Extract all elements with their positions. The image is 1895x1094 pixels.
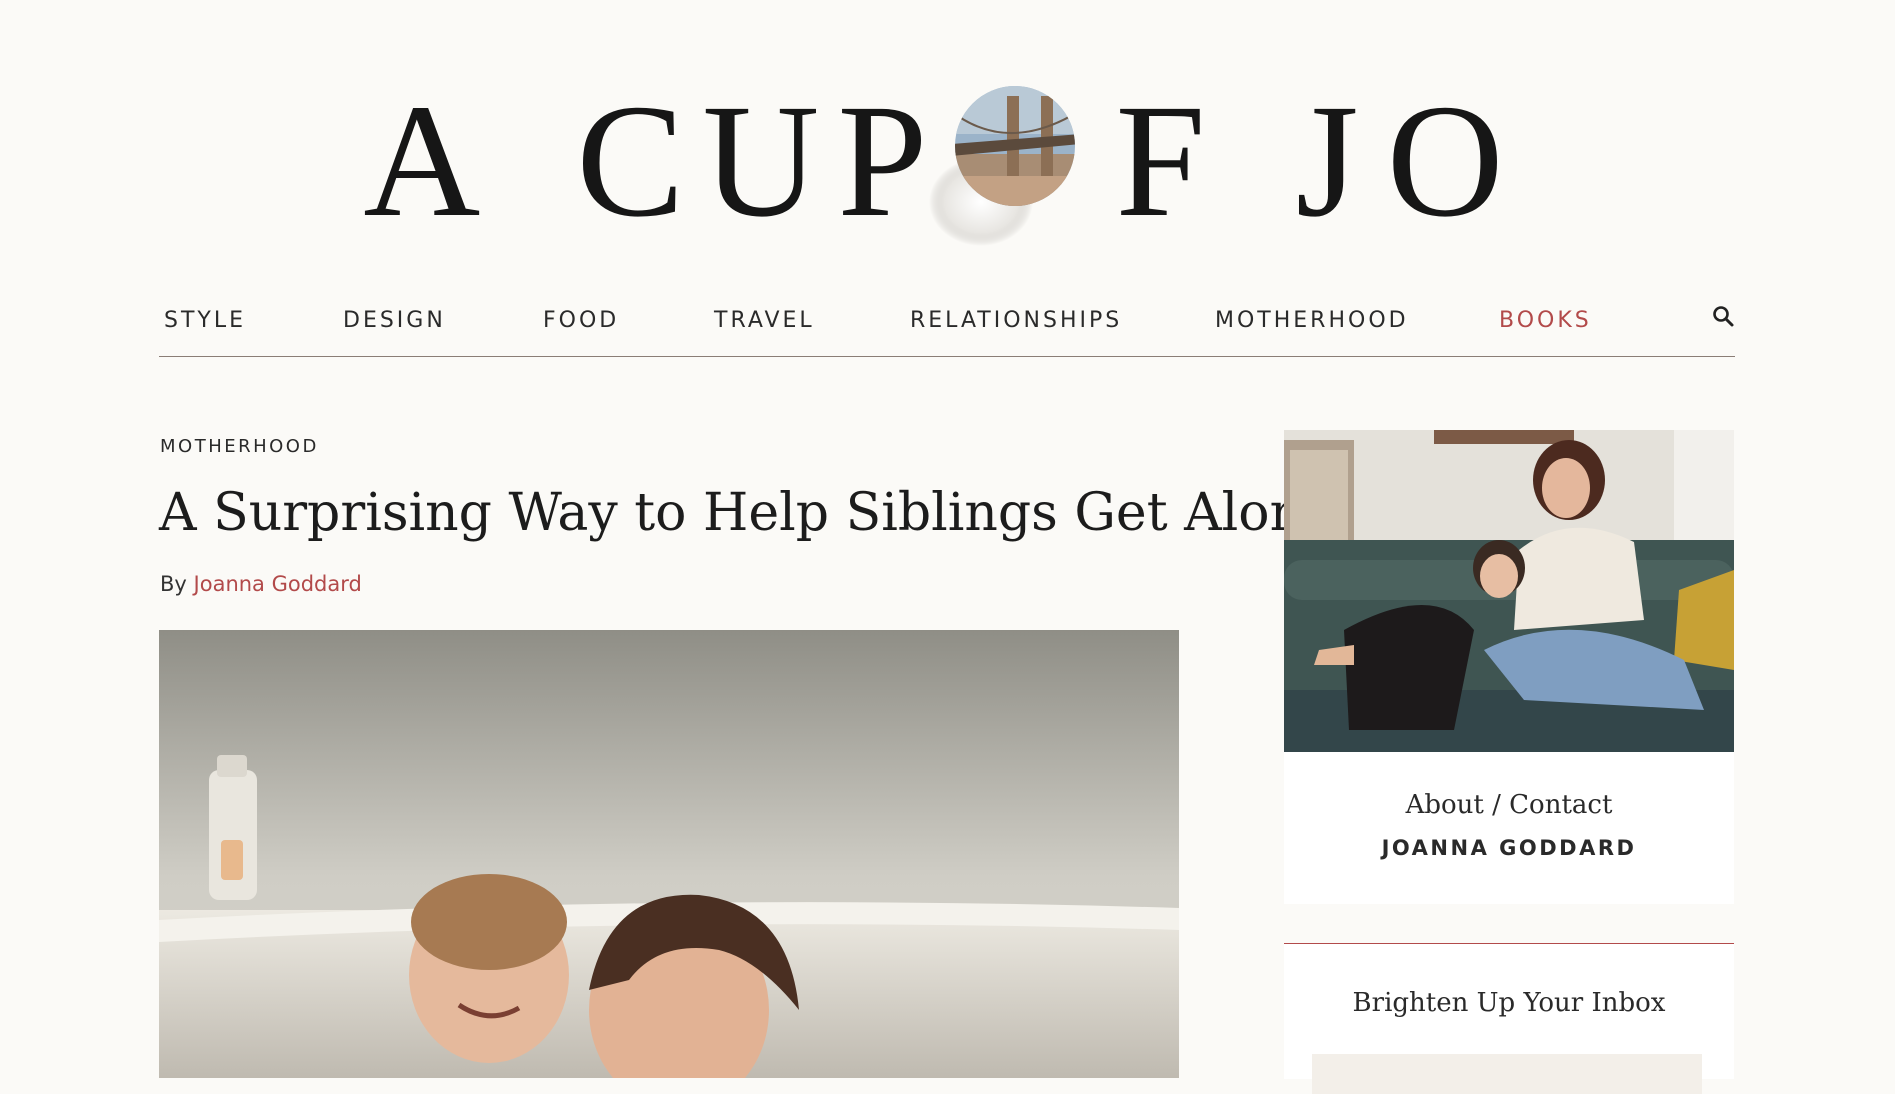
author-link[interactable]: Joanna Goddard bbox=[194, 572, 362, 596]
logo-word-cup: CUP bbox=[576, 72, 946, 251]
nav-item-style[interactable]: STYLE bbox=[164, 308, 246, 333]
sidebar-author-photo[interactable] bbox=[1284, 430, 1734, 752]
article-hero-image bbox=[159, 630, 1179, 1078]
main-nav: STYLE DESIGN FOOD TRAVEL RELATIONSHIPS M… bbox=[159, 300, 1735, 357]
nav-item-travel[interactable]: TRAVEL bbox=[714, 308, 815, 333]
newsletter-signup: Brighten Up Your Inbox bbox=[1284, 943, 1734, 1094]
logo-letter-a: A bbox=[363, 72, 481, 251]
logo-word-jo: JO bbox=[1295, 72, 1532, 251]
about-author-name: JOANNA GODDARD bbox=[1381, 836, 1637, 860]
nav-item-food[interactable]: FOOD bbox=[543, 308, 619, 333]
article-category[interactable]: MOTHERHOOD bbox=[160, 436, 319, 457]
byline-label: By bbox=[160, 572, 187, 596]
logo-letter-f: F bbox=[1115, 72, 1206, 251]
article-title: A Surprising Way to Help Siblings Get Al… bbox=[159, 483, 1337, 543]
logo-o-bridge-image bbox=[929, 84, 1081, 246]
nav-item-motherhood[interactable]: MOTHERHOOD bbox=[1215, 308, 1409, 333]
search-icon[interactable] bbox=[1711, 304, 1735, 328]
newsletter-email-field[interactable] bbox=[1312, 1054, 1702, 1094]
newsletter-title: Brighten Up Your Inbox bbox=[1352, 988, 1666, 1018]
nav-item-relationships[interactable]: RELATIONSHIPS bbox=[910, 308, 1122, 333]
about-contact-link[interactable]: About / Contact bbox=[1284, 790, 1734, 820]
site-logo[interactable]: A CUP F JO bbox=[0, 62, 1895, 262]
article-byline: By Joanna Goddard bbox=[160, 572, 362, 596]
about-card: About / Contact JOANNA GODDARD bbox=[1284, 752, 1734, 904]
nav-item-books[interactable]: BOOKS bbox=[1499, 308, 1592, 333]
nav-item-design[interactable]: DESIGN bbox=[343, 308, 446, 333]
